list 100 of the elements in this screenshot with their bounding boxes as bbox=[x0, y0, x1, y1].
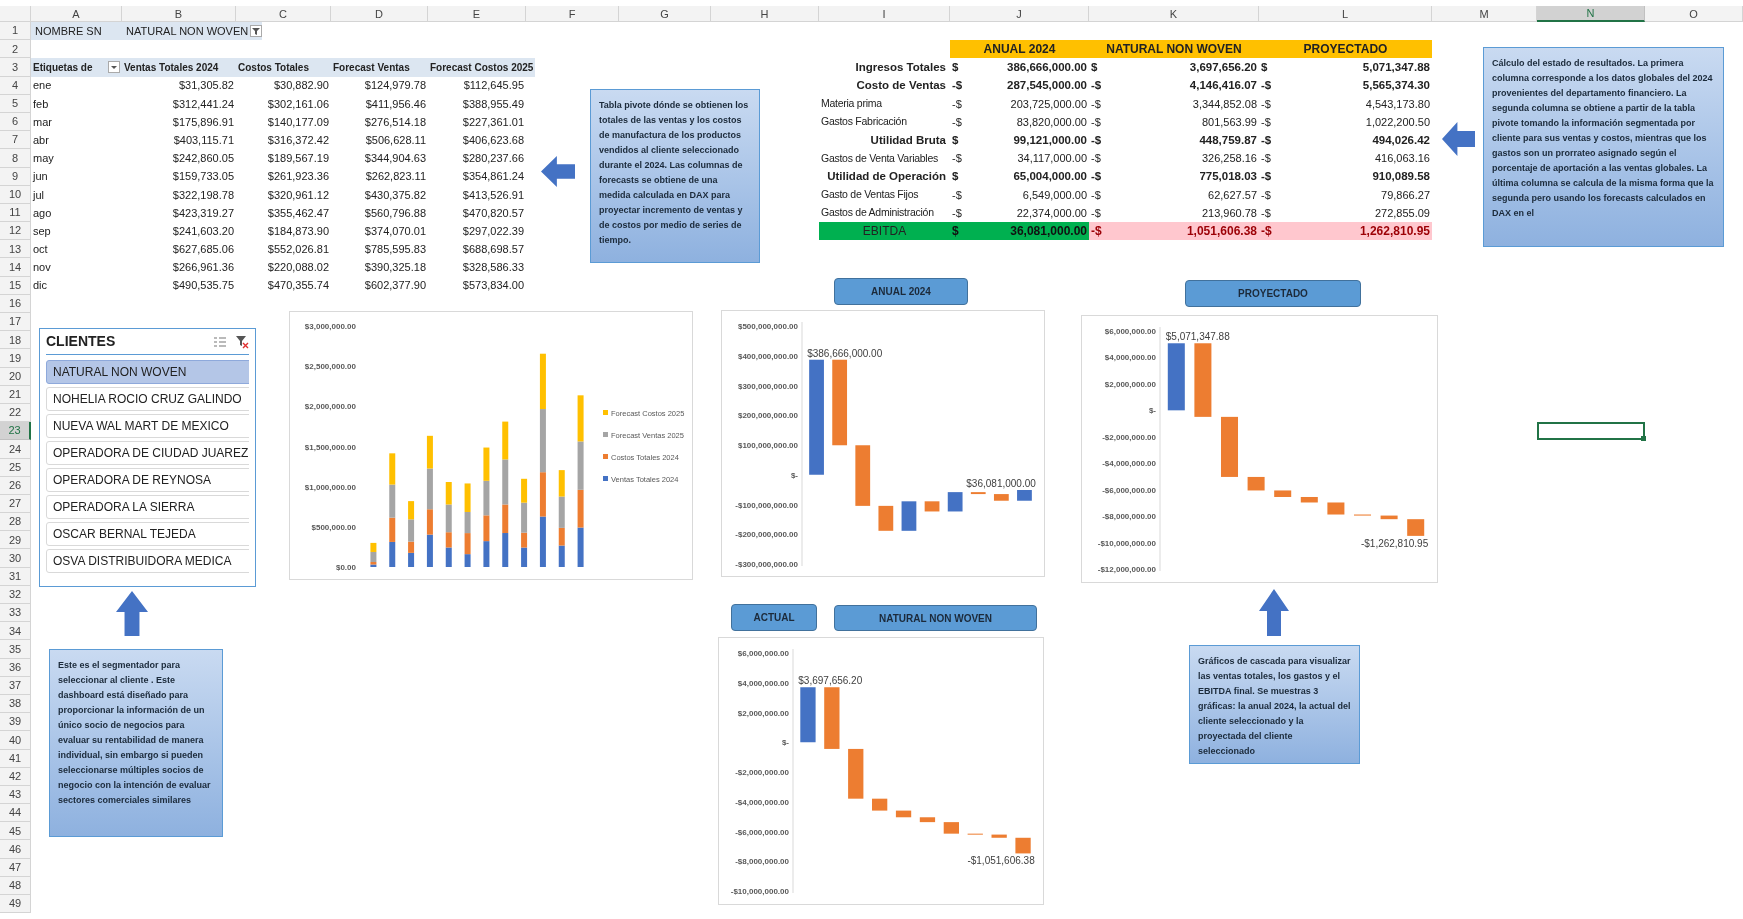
slicer-item[interactable]: OPERADORA LA SIERRA bbox=[46, 495, 249, 519]
column-header[interactable]: M bbox=[1432, 6, 1537, 22]
table-cell-text: $189,567.19 bbox=[266, 151, 330, 167]
axis-label: -$200,000,000.00 bbox=[735, 530, 798, 540]
table-cell-text: $112,645.95 bbox=[462, 78, 525, 94]
slicer-item[interactable]: OPERADORA DE REYNOSA bbox=[46, 468, 249, 492]
slicer-item[interactable]: OSVA DISTRIBUIDORA MEDICA bbox=[46, 549, 249, 573]
note-text-box: Este es el segmentador para seleccionar al cliente . Este dashboard está diseñado para proporcionar la información de un único socio de negocios para evaluar su rentabilidad de manera individual, sin embargo si pueden seleccionarse múltiples socios de negocio con la intención de evaluar sectores comerciales similares bbox=[49, 649, 223, 837]
table-cell-text: $490,535.75 bbox=[171, 278, 235, 294]
chart-title-button[interactable]: NATURAL NON WOVEN bbox=[834, 605, 1037, 631]
pivot-header: Forecast Costos 2025 bbox=[428, 58, 536, 77]
row-header[interactable]: 8 bbox=[0, 149, 31, 168]
axis-label: -$6,000,000.00 bbox=[735, 827, 789, 837]
row-header[interactable]: 3 bbox=[0, 58, 31, 77]
statement-label: Costo de Ventas bbox=[855, 78, 947, 94]
row-header[interactable]: 44 bbox=[0, 804, 31, 823]
table-cell-text: $266,961.36 bbox=[171, 260, 235, 276]
column-header[interactable]: N bbox=[1537, 6, 1645, 22]
left-arrow-icon bbox=[541, 156, 575, 187]
amount-cell-text: -$ 416,063.16 bbox=[1260, 151, 1431, 167]
table-cell-text: $344,904.63 bbox=[363, 151, 427, 167]
column-heading: ANUAL 2024 bbox=[950, 40, 1089, 59]
axis-label: -$4,000,000.00 bbox=[735, 797, 789, 807]
column-header[interactable]: O bbox=[1645, 6, 1743, 22]
row-header[interactable]: 23 bbox=[0, 422, 31, 441]
dropdown-icon[interactable] bbox=[108, 61, 120, 74]
data-label: -$1,262,810.95 bbox=[1360, 537, 1429, 549]
table-cell-text: $302,161.06 bbox=[266, 96, 330, 112]
column-header[interactable]: F bbox=[526, 6, 619, 22]
row-header[interactable]: 2 bbox=[0, 40, 31, 59]
row-header[interactable]: 45 bbox=[0, 822, 31, 841]
row-header[interactable]: 34 bbox=[0, 622, 31, 641]
row-header[interactable]: 33 bbox=[0, 604, 31, 623]
filter-icon[interactable] bbox=[250, 25, 263, 38]
column-header[interactable]: G bbox=[619, 6, 711, 22]
row-header[interactable]: 24 bbox=[0, 440, 31, 459]
column-heading: NATURAL NON WOVEN bbox=[1089, 40, 1259, 59]
row-header[interactable]: 35 bbox=[0, 640, 31, 659]
row-header[interactable]: 46 bbox=[0, 840, 31, 859]
slicer-item[interactable]: NOHELIA ROCIO CRUZ GALINDO bbox=[46, 387, 249, 411]
column-header[interactable]: H bbox=[711, 6, 819, 22]
amount-cell-text: -$ 801,563.99 bbox=[1090, 114, 1258, 130]
bar bbox=[1167, 343, 1185, 411]
column-header[interactable]: L bbox=[1259, 6, 1432, 22]
chart-title-button[interactable]: ACTUAL bbox=[731, 604, 817, 631]
bar bbox=[1017, 490, 1032, 501]
row-header[interactable]: 29 bbox=[0, 531, 31, 550]
row-header[interactable]: 40 bbox=[0, 731, 31, 750]
column-header[interactable]: E bbox=[428, 6, 526, 22]
note-text-box: Cálculo del estado de resultados. La primera columna corresponde a los datos globales del 2024 provenientes del departamento financiero. La segunda columna se obtiene a partir de la tabla pivote tomando la información segmentada por cliente para sus ventas y costos, mientras que los gastos son un prorrateo asignado según el porcentaje de aportación a las ventas globales. La última columna se calcula de la misma forma que la segunda pero usando los forecasts calculados en DAX en el bbox=[1483, 47, 1724, 247]
filter-field[interactable]: NATURAL NON WOVEN bbox=[122, 22, 263, 41]
up-arrow-icon bbox=[1259, 589, 1289, 636]
axis-label: $4,000,000.00 bbox=[1104, 353, 1156, 363]
chart-title-button[interactable]: PROYECTADO bbox=[1185, 280, 1361, 307]
row-header[interactable]: 17 bbox=[0, 313, 31, 332]
column-header[interactable]: K bbox=[1089, 6, 1259, 22]
row-header[interactable]: 1 bbox=[0, 22, 31, 41]
bar bbox=[895, 810, 912, 818]
row-header[interactable]: 39 bbox=[0, 713, 31, 732]
row-header[interactable]: 49 bbox=[0, 895, 31, 914]
table-cell-text: $227,361.01 bbox=[461, 114, 525, 130]
column-header[interactable]: J bbox=[950, 6, 1089, 22]
row-header[interactable]: 14 bbox=[0, 258, 31, 277]
slicer-item[interactable]: NATURAL NON WOVEN bbox=[46, 360, 249, 384]
slicer-item[interactable]: OPERADORA DE CIUDAD JUAREZ bbox=[46, 441, 249, 465]
row-header[interactable]: 7 bbox=[0, 131, 31, 150]
row-header[interactable]: 18 bbox=[0, 331, 31, 350]
column-header[interactable]: D bbox=[331, 6, 428, 22]
table-cell-text: $184,873.90 bbox=[266, 223, 330, 239]
amount-cell-text: -$ 775,018.03 bbox=[1090, 168, 1258, 184]
row-header[interactable]: 12 bbox=[0, 222, 31, 241]
row-header[interactable]: 19 bbox=[0, 349, 31, 368]
amount-cell-text: -$ 5,565,374.30 bbox=[1260, 78, 1431, 94]
axis-label: $2,000,000.00 bbox=[304, 402, 356, 412]
axis-label: $6,000,000.00 bbox=[1104, 327, 1156, 336]
clear-filter-icon[interactable] bbox=[235, 334, 249, 349]
axis-label: $4,000,000.00 bbox=[737, 678, 789, 688]
active-cell[interactable] bbox=[1537, 422, 1645, 441]
bar bbox=[943, 822, 959, 834]
amount-cell-text: -$ 213,960.78 bbox=[1090, 205, 1258, 221]
chart-title-button[interactable]: ANUAL 2024 bbox=[834, 278, 968, 305]
slicer-item[interactable]: OSCAR BERNAL TEJEDA bbox=[46, 522, 249, 546]
pivot-header: Etiquetas de bbox=[31, 58, 122, 77]
amount-cell-text: -$ 494,026.42 bbox=[1260, 132, 1431, 148]
statement-label: Gasto de Ventas Fijos bbox=[820, 186, 920, 202]
amount-cell-text: -$ 79,866.27 bbox=[1260, 187, 1431, 203]
row-header[interactable]: 13 bbox=[0, 240, 31, 259]
statement-label: EBITDA bbox=[819, 222, 950, 241]
bar bbox=[947, 492, 963, 512]
table-cell-text: $276,514.18 bbox=[363, 114, 427, 130]
column-header[interactable]: B bbox=[122, 6, 236, 22]
axis-label: $500,000.00 bbox=[311, 522, 356, 532]
bar bbox=[919, 817, 936, 823]
slicer-item[interactable]: NUEVA WAL MART DE MEXICO bbox=[46, 414, 249, 438]
amount-cell-text: -$ 34,117,000.00 bbox=[951, 151, 1088, 167]
column-header[interactable]: I bbox=[819, 6, 950, 22]
row-header[interactable]: 28 bbox=[0, 513, 31, 532]
column-header[interactable]: A bbox=[31, 6, 122, 22]
column-header[interactable]: C bbox=[236, 6, 331, 22]
row-header[interactable]: 30 bbox=[0, 549, 31, 568]
